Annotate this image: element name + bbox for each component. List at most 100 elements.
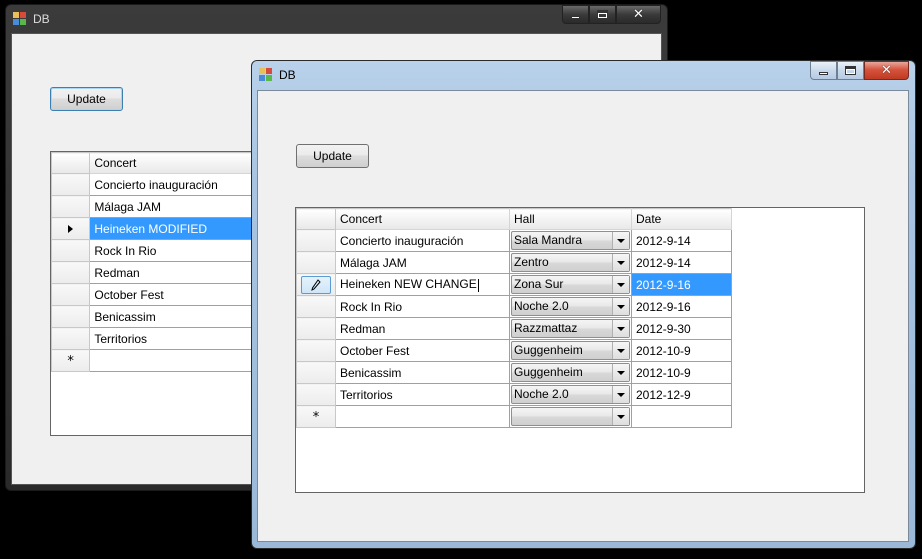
- table-row[interactable]: Rock In Rio Noche 2.0 2012-9-16: [296, 295, 732, 318]
- front-window: DB ✕ Update Concert Hall Date Concierto …: [251, 60, 916, 549]
- date-cell[interactable]: [631, 405, 732, 428]
- maximize-button[interactable]: [589, 5, 616, 24]
- combo-dropdown-button[interactable]: [612, 276, 629, 293]
- date-cell[interactable]: 2012-9-16: [631, 295, 732, 318]
- table-row[interactable]: October Fest Guggenheim 2012-10-9: [296, 339, 732, 362]
- close-button[interactable]: ✕: [864, 61, 909, 80]
- combo-dropdown-button[interactable]: [612, 298, 629, 315]
- row-header[interactable]: [51, 173, 91, 196]
- table-row[interactable]: Heineken NEW CHANGE Zona Sur 2012-9-16: [296, 273, 732, 296]
- row-header[interactable]: [296, 251, 336, 274]
- close-icon: ✕: [881, 63, 892, 78]
- date-cell[interactable]: 2012-10-9: [631, 339, 732, 362]
- concert-cell[interactable]: Territorios: [335, 383, 510, 406]
- update-button[interactable]: Update: [50, 87, 123, 111]
- row-header[interactable]: [51, 195, 91, 218]
- row-header[interactable]: [51, 283, 91, 306]
- hall-combobox[interactable]: Noche 2.0: [511, 385, 630, 404]
- hall-cell[interactable]: Guggenheim: [509, 339, 632, 362]
- row-header[interactable]: [296, 229, 336, 252]
- chevron-down-icon: [617, 348, 625, 353]
- concert-value: Concierto inauguración: [340, 233, 464, 248]
- combo-dropdown-button[interactable]: [612, 364, 629, 381]
- hall-combobox[interactable]: Noche 2.0: [511, 297, 630, 316]
- row-header[interactable]: *: [51, 349, 91, 372]
- hall-cell[interactable]: Noche 2.0: [509, 295, 632, 318]
- row-header[interactable]: [51, 305, 91, 328]
- new-row-star-icon: *: [67, 353, 74, 369]
- column-header-hall[interactable]: Hall: [509, 208, 632, 230]
- concert-cell[interactable]: Concierto inauguración: [335, 229, 510, 252]
- date-cell[interactable]: 2012-10-9: [631, 361, 732, 384]
- row-header[interactable]: [51, 327, 91, 350]
- row-header[interactable]: [296, 361, 336, 384]
- concert-cell[interactable]: Heineken NEW CHANGE: [335, 273, 510, 296]
- combo-dropdown-button[interactable]: [612, 320, 629, 337]
- hall-cell[interactable]: Guggenheim: [509, 361, 632, 384]
- update-button[interactable]: Update: [296, 144, 369, 168]
- hall-combobox[interactable]: Guggenheim: [511, 363, 630, 382]
- combo-dropdown-button[interactable]: [612, 342, 629, 359]
- row-header[interactable]: [51, 261, 91, 284]
- table-row[interactable]: Territorios Noche 2.0 2012-12-9: [296, 383, 732, 406]
- hall-cell[interactable]: [509, 405, 632, 428]
- back-titlebar[interactable]: DB ✕: [6, 5, 667, 33]
- column-header-date[interactable]: Date: [631, 208, 732, 230]
- concert-cell[interactable]: Málaga JAM: [335, 251, 510, 274]
- row-header[interactable]: [51, 217, 91, 240]
- date-cell[interactable]: 2012-9-14: [631, 229, 732, 252]
- concert-cell[interactable]: Benicassim: [335, 361, 510, 384]
- row-header-corner: [51, 152, 91, 174]
- hall-cell[interactable]: Sala Mandra: [509, 229, 632, 252]
- combo-dropdown-button[interactable]: [612, 408, 629, 425]
- hall-value: Zona Sur: [514, 277, 564, 291]
- hall-cell[interactable]: Zentro: [509, 251, 632, 274]
- hall-combobox[interactable]: Razzmattaz: [511, 319, 630, 338]
- hall-cell[interactable]: Razzmattaz: [509, 317, 632, 340]
- combo-dropdown-button[interactable]: [612, 254, 629, 271]
- concert-cell[interactable]: October Fest: [335, 339, 510, 362]
- hall-cell[interactable]: Zona Sur: [509, 273, 632, 296]
- hall-combobox[interactable]: Sala Mandra: [511, 231, 630, 250]
- table-row[interactable]: Benicassim Guggenheim 2012-10-9: [296, 361, 732, 384]
- concert-value: Territorios: [340, 387, 393, 402]
- row-header[interactable]: [296, 383, 336, 406]
- hall-combobox[interactable]: [511, 407, 630, 426]
- front-titlebar[interactable]: DB ✕: [252, 61, 915, 89]
- close-icon: ✕: [633, 7, 644, 22]
- concert-cell[interactable]: [335, 405, 510, 428]
- date-cell[interactable]: 2012-9-16: [631, 273, 732, 296]
- column-header-concert[interactable]: Concert: [335, 208, 510, 230]
- combo-dropdown-button[interactable]: [612, 232, 629, 249]
- combo-dropdown-button[interactable]: [612, 386, 629, 403]
- minimize-button[interactable]: [562, 5, 589, 24]
- date-cell[interactable]: 2012-9-14: [631, 251, 732, 274]
- hall-combobox[interactable]: Guggenheim: [511, 341, 630, 360]
- hall-value: Sala Mandra: [514, 233, 583, 247]
- hall-combobox[interactable]: Zona Sur: [511, 275, 630, 294]
- new-row[interactable]: *: [296, 405, 732, 428]
- minimize-button[interactable]: [810, 61, 837, 80]
- row-header[interactable]: [296, 273, 336, 296]
- hall-cell[interactable]: Noche 2.0: [509, 383, 632, 406]
- row-header[interactable]: [51, 239, 91, 262]
- row-header[interactable]: [296, 317, 336, 340]
- date-cell[interactable]: 2012-9-30: [631, 317, 732, 340]
- front-client-area: Update Concert Hall Date Concierto inaug…: [257, 90, 909, 542]
- concert-cell[interactable]: Redman: [335, 317, 510, 340]
- table-row[interactable]: Redman Razzmattaz 2012-9-30: [296, 317, 732, 340]
- hall-combobox[interactable]: Zentro: [511, 253, 630, 272]
- front-data-grid[interactable]: Concert Hall Date Concierto inauguración…: [295, 207, 865, 493]
- maximize-button[interactable]: [837, 61, 864, 80]
- table-row[interactable]: Málaga JAM Zentro 2012-9-14: [296, 251, 732, 274]
- close-button[interactable]: ✕: [616, 5, 661, 24]
- hall-value: Guggenheim: [514, 365, 583, 379]
- app-icon: [259, 68, 273, 82]
- row-header[interactable]: *: [296, 405, 336, 428]
- maximize-icon: [845, 66, 856, 75]
- concert-cell[interactable]: Rock In Rio: [335, 295, 510, 318]
- date-cell[interactable]: 2012-12-9: [631, 383, 732, 406]
- row-header[interactable]: [296, 339, 336, 362]
- table-row[interactable]: Concierto inauguración Sala Mandra 2012-9-…: [296, 229, 732, 252]
- row-header[interactable]: [296, 295, 336, 318]
